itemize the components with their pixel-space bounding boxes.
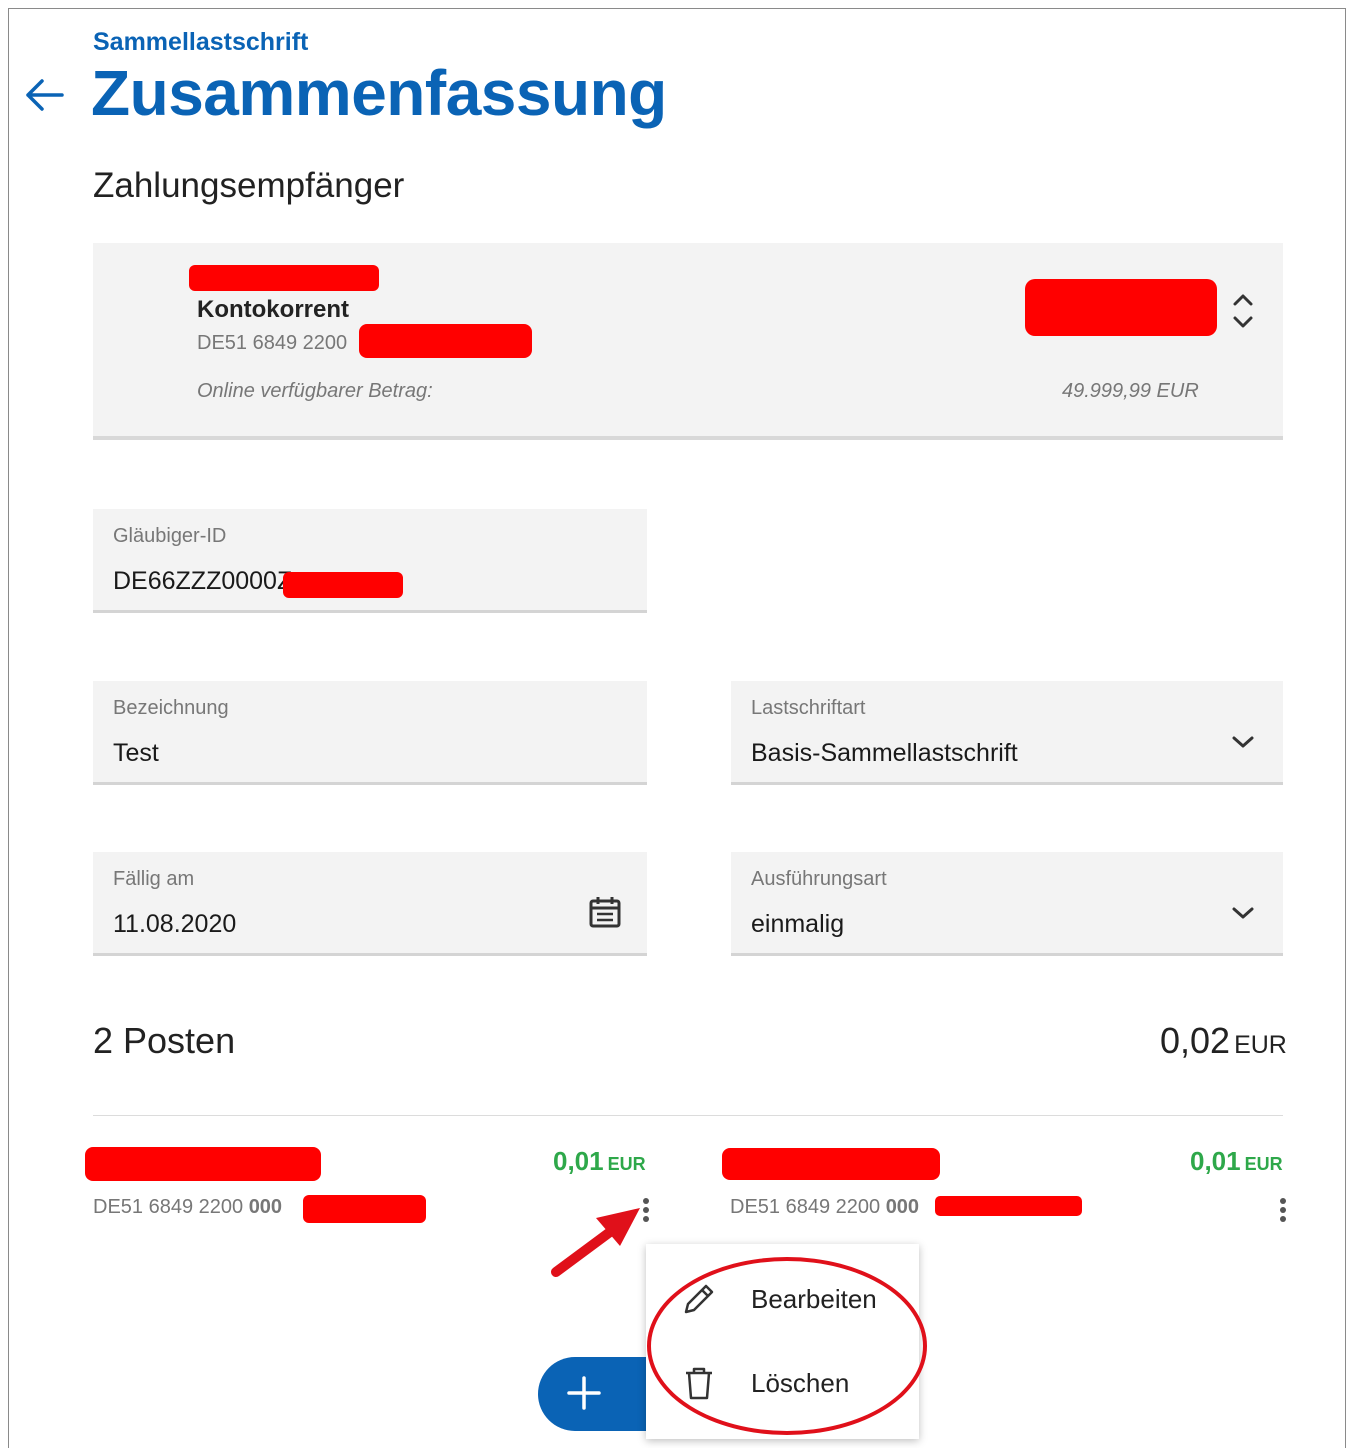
due-date-value: 11.08.2020 [113,910,237,938]
redacted-item-name [85,1147,321,1181]
due-date-label: Fällig am [113,868,195,890]
items-count: 2 Posten [93,1020,236,1061]
unfold-icon [1233,294,1253,328]
item-amount-currency: EUR [607,1154,646,1174]
creditor-id-label: Gläubiger-ID [113,525,227,547]
due-date-field[interactable]: Fällig am 11.08.2020 [93,852,647,956]
item-amount: 0,01 EUR [1190,1146,1283,1177]
execution-type-label: Ausführungsart [751,868,887,890]
back-button[interactable] [24,70,68,120]
item-iban: DE51 6849 2200 000 [730,1196,919,1219]
redacted-item-iban [935,1196,1082,1216]
execution-type-select[interactable]: Ausführungsart einmalig [731,852,1283,956]
items-total-value: 0,02 [1160,1020,1231,1061]
item-iban-prefix: DE51 6849 2200 [730,1196,886,1218]
debit-type-value: Basis-Sammellastschrift [751,739,1018,767]
debit-type-label: Lastschriftart [751,697,866,719]
execution-type-value: einmalig [751,910,845,938]
description-label: Bezeichnung [113,697,229,719]
more-vertical-icon [1280,1198,1286,1204]
page-subtitle: Sammellastschrift [93,28,309,56]
kebab-dot [1280,1216,1286,1222]
description-field[interactable]: Bezeichnung Test [93,681,647,785]
page-title: Zusammenfassung [91,57,667,129]
creditor-id-value: DE66ZZZ0000Z [113,567,293,595]
chevron-down-icon [1232,736,1254,748]
redacted-account-balance [1025,279,1217,336]
redacted-creditor-id [283,572,403,598]
item-iban-bold: 000 [885,1196,920,1218]
account-type: Kontokorrent [197,296,349,323]
item-iban-bold: 000 [248,1196,283,1218]
plus-icon [567,1376,601,1410]
description-value: Test [113,739,159,767]
item-amount: 0,01 EUR [553,1146,646,1177]
account-iban: DE51 6849 2200 [197,332,348,354]
redacted-account-owner [189,265,379,291]
account-toggle-button[interactable] [1228,290,1258,332]
chevron-down-icon [1232,907,1254,919]
redacted-item-iban [303,1195,426,1223]
item-iban: DE51 6849 2200 000 [93,1196,282,1219]
item-more-menu-button[interactable] [1278,1196,1288,1226]
annotation-arrow-icon [551,1208,640,1277]
annotation-circle [647,1257,927,1435]
item-amount-currency: EUR [1244,1154,1283,1174]
item-iban-prefix: DE51 6849 2200 [93,1196,249,1218]
item-amount-value: 0,01 [553,1146,604,1176]
payee-section-title: Zahlungsempfänger [93,166,405,205]
available-amount-value: 49.999,99 EUR [1062,380,1199,402]
debit-type-select[interactable]: Lastschriftart Basis-Sammellastschrift [731,681,1283,785]
divider [93,1115,1283,1116]
calendar-icon[interactable] [588,895,622,929]
items-total-currency: EUR [1234,1031,1287,1059]
redacted-account-iban [359,324,532,358]
items-total: 0,02 EUR [1160,1020,1287,1062]
redacted-item-name [722,1148,940,1180]
available-amount-label: Online verfügbarer Betrag: [197,380,433,402]
arrow-left-icon [26,79,64,111]
kebab-dot [1280,1207,1286,1213]
item-amount-value: 0,01 [1190,1146,1241,1176]
